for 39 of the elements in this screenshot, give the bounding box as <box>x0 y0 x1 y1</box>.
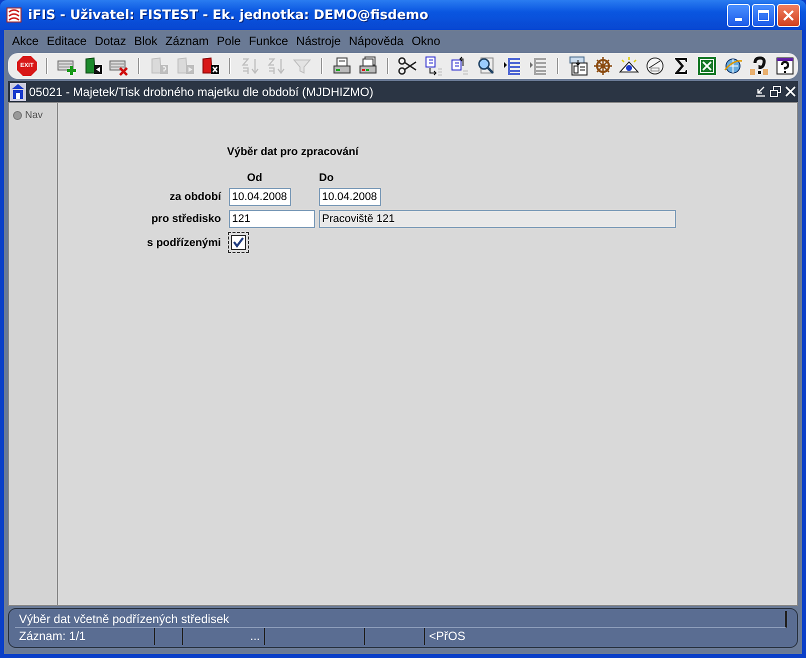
menu-item[interactable]: Záznam <box>162 34 212 48</box>
date-from-field[interactable]: 10.04.2008 <box>229 188 291 206</box>
field-label: s podřízenými <box>146 236 222 248</box>
status-message: Výběr dat včetně podřízených středisek <box>15 611 787 628</box>
menu-item[interactable]: Akce <box>9 34 42 48</box>
app-logo-icon <box>6 7 22 23</box>
status-field: ... <box>183 628 265 645</box>
restore-icon[interactable] <box>770 86 781 97</box>
checkbox[interactable] <box>231 235 246 250</box>
form-window-title: 05021 - Majetek/Tisk drobného majetku dle období (MJDHIZMO) <box>29 84 374 98</box>
menu-item[interactable]: Okno <box>408 34 444 48</box>
maximize-icon <box>757 8 770 22</box>
field-label: pro středisko <box>150 213 222 225</box>
window-title: iFIS - Uživatel: FISTEST - Ek. jednotka: DEMO@fisdemo <box>28 8 430 22</box>
menu-item[interactable]: Nástroje <box>293 34 344 48</box>
module-icon <box>10 82 26 100</box>
menu-item[interactable]: Dotaz <box>92 34 130 48</box>
section-heading: Výběr dat pro zpracování <box>227 146 360 158</box>
minimize-icon[interactable] <box>755 86 766 97</box>
minimize-icon <box>735 18 742 20</box>
column-header: Od <box>246 172 264 184</box>
name-field[interactable]: Pracoviště 121 <box>319 210 676 228</box>
menu-item[interactable]: Pole <box>214 34 244 48</box>
column-header: Do <box>319 172 335 184</box>
menu-item[interactable]: Editace <box>44 34 90 48</box>
date-to-field[interactable]: 10.04.2008 <box>319 188 381 206</box>
nav-tab[interactable]: Nav <box>13 110 43 121</box>
menu-item[interactable]: Nápověda <box>346 34 407 48</box>
field-label: za období <box>168 191 222 203</box>
code-field[interactable]: 121 <box>229 210 315 228</box>
status-field: <PřOS <box>425 628 787 645</box>
close-icon[interactable] <box>785 86 796 97</box>
maximize-button[interactable] <box>752 4 775 26</box>
status-field: Záznam: 1/1 <box>15 628 155 645</box>
minimize-button[interactable] <box>727 4 750 26</box>
close-icon <box>782 8 795 22</box>
menu-item[interactable]: Funkce <box>246 34 292 48</box>
close-button[interactable] <box>777 4 800 26</box>
menu-item[interactable]: Blok <box>131 34 160 48</box>
